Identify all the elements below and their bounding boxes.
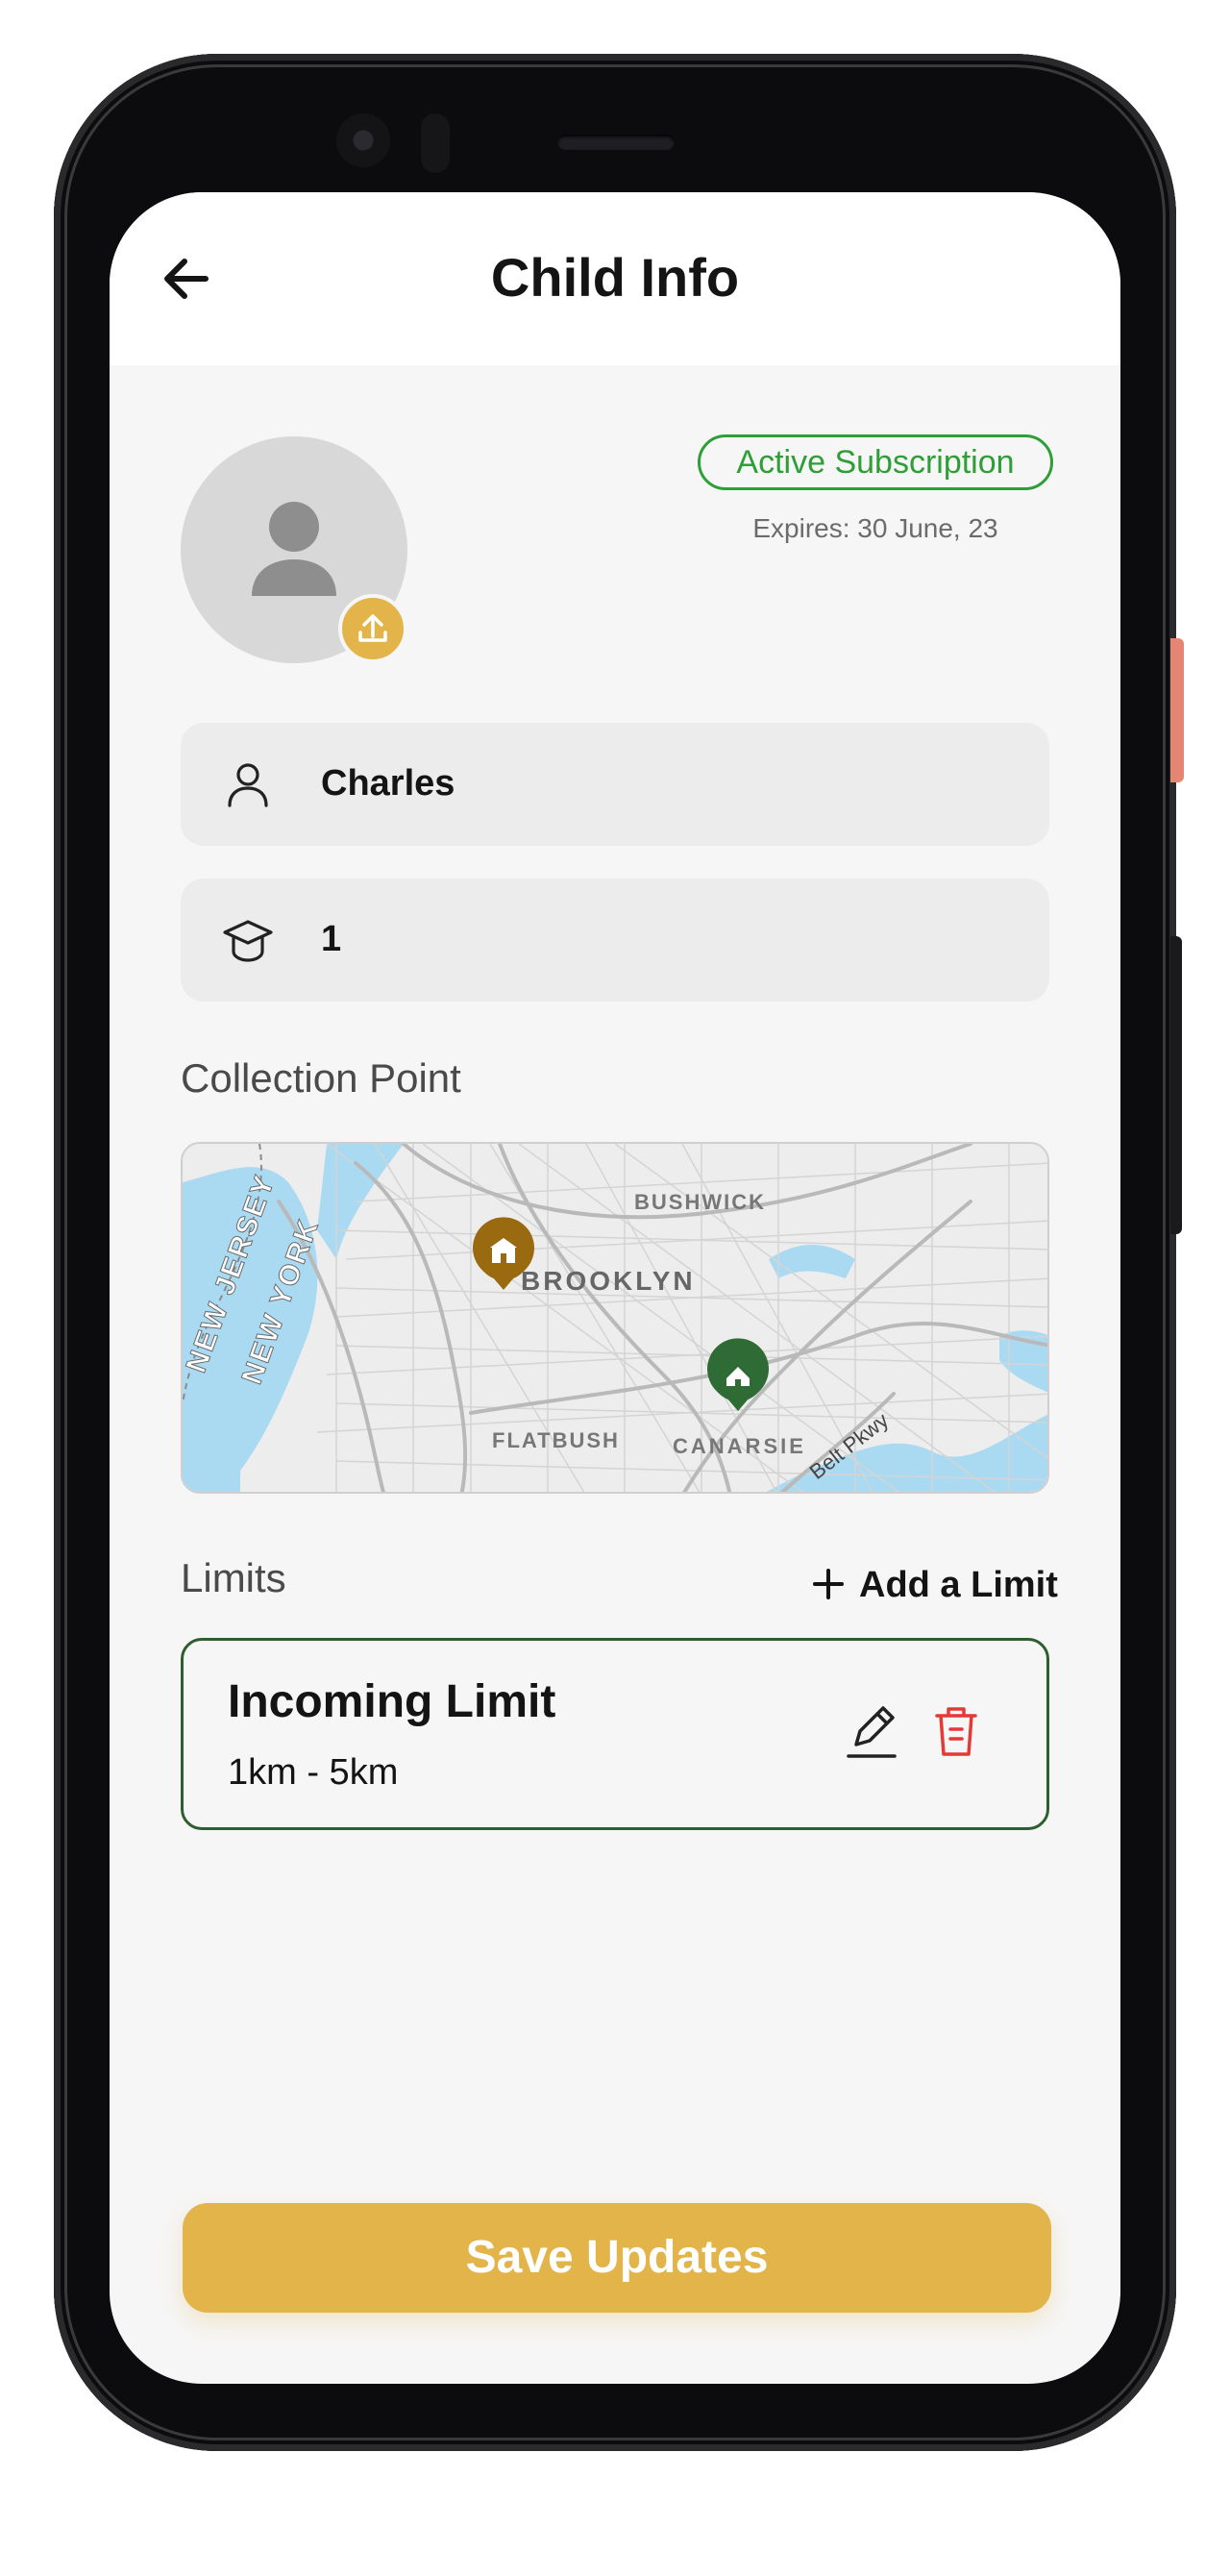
child-name-field[interactable]: Charles	[181, 723, 1049, 846]
plus-icon	[813, 1569, 844, 1599]
person-icon	[228, 763, 268, 807]
limit-card: Incoming Limit 1km - 5km	[181, 1638, 1049, 1830]
add-limit-button[interactable]: Add a Limit	[811, 1555, 1058, 1613]
limits-label: Limits	[181, 1555, 286, 1600]
limit-title: Incoming Limit	[228, 1676, 556, 1727]
map-label-new-york-top: New York	[264, 1144, 462, 1152]
power-button	[1170, 638, 1184, 782]
child-grade-value: 1	[321, 919, 342, 959]
upload-icon	[358, 614, 387, 642]
child-name-value: Charles	[321, 763, 455, 804]
edit-limit-button[interactable]	[845, 1700, 902, 1762]
app-bar: Child Info	[110, 192, 1120, 365]
map-label-flatbush: FLATBUSH	[492, 1428, 620, 1452]
proximity-sensor	[421, 113, 450, 173]
upload-photo-button[interactable]	[338, 594, 407, 663]
delete-limit-button[interactable]	[929, 1700, 983, 1762]
save-updates-button[interactable]: Save Updates	[183, 2203, 1051, 2313]
subscription-status-badge: Active Subscription	[698, 434, 1053, 490]
pencil-icon	[847, 1706, 897, 1758]
page-title: Child Info	[490, 247, 740, 308]
add-limit-label: Add a Limit	[859, 1565, 1058, 1605]
child-grade-field[interactable]: 1	[181, 879, 1049, 1002]
volume-button	[1170, 936, 1182, 1234]
app-screen: Child Info Active Subscription Expires: …	[110, 192, 1120, 2384]
map-canvas: New York BUSHWICK BROOKLYN NEW JERSEY NE…	[183, 1144, 1047, 1492]
trash-icon	[935, 1707, 977, 1756]
collection-point-label: Collection Point	[181, 1055, 461, 1101]
front-camera	[336, 113, 390, 167]
graduation-cap-icon	[223, 920, 273, 962]
map-label-brooklyn: BROOKLYN	[521, 1266, 696, 1296]
limit-range: 1km - 5km	[228, 1752, 399, 1793]
map-label-canarsie: CANARSIE	[673, 1434, 806, 1458]
map-label-bushwick: BUSHWICK	[634, 1190, 766, 1214]
subscription-expiry-text: Expires: 30 June, 23	[752, 513, 998, 543]
collection-point-map[interactable]: New York BUSHWICK BROOKLYN NEW JERSEY NE…	[181, 1142, 1049, 1494]
earpiece-speaker	[557, 135, 675, 150]
